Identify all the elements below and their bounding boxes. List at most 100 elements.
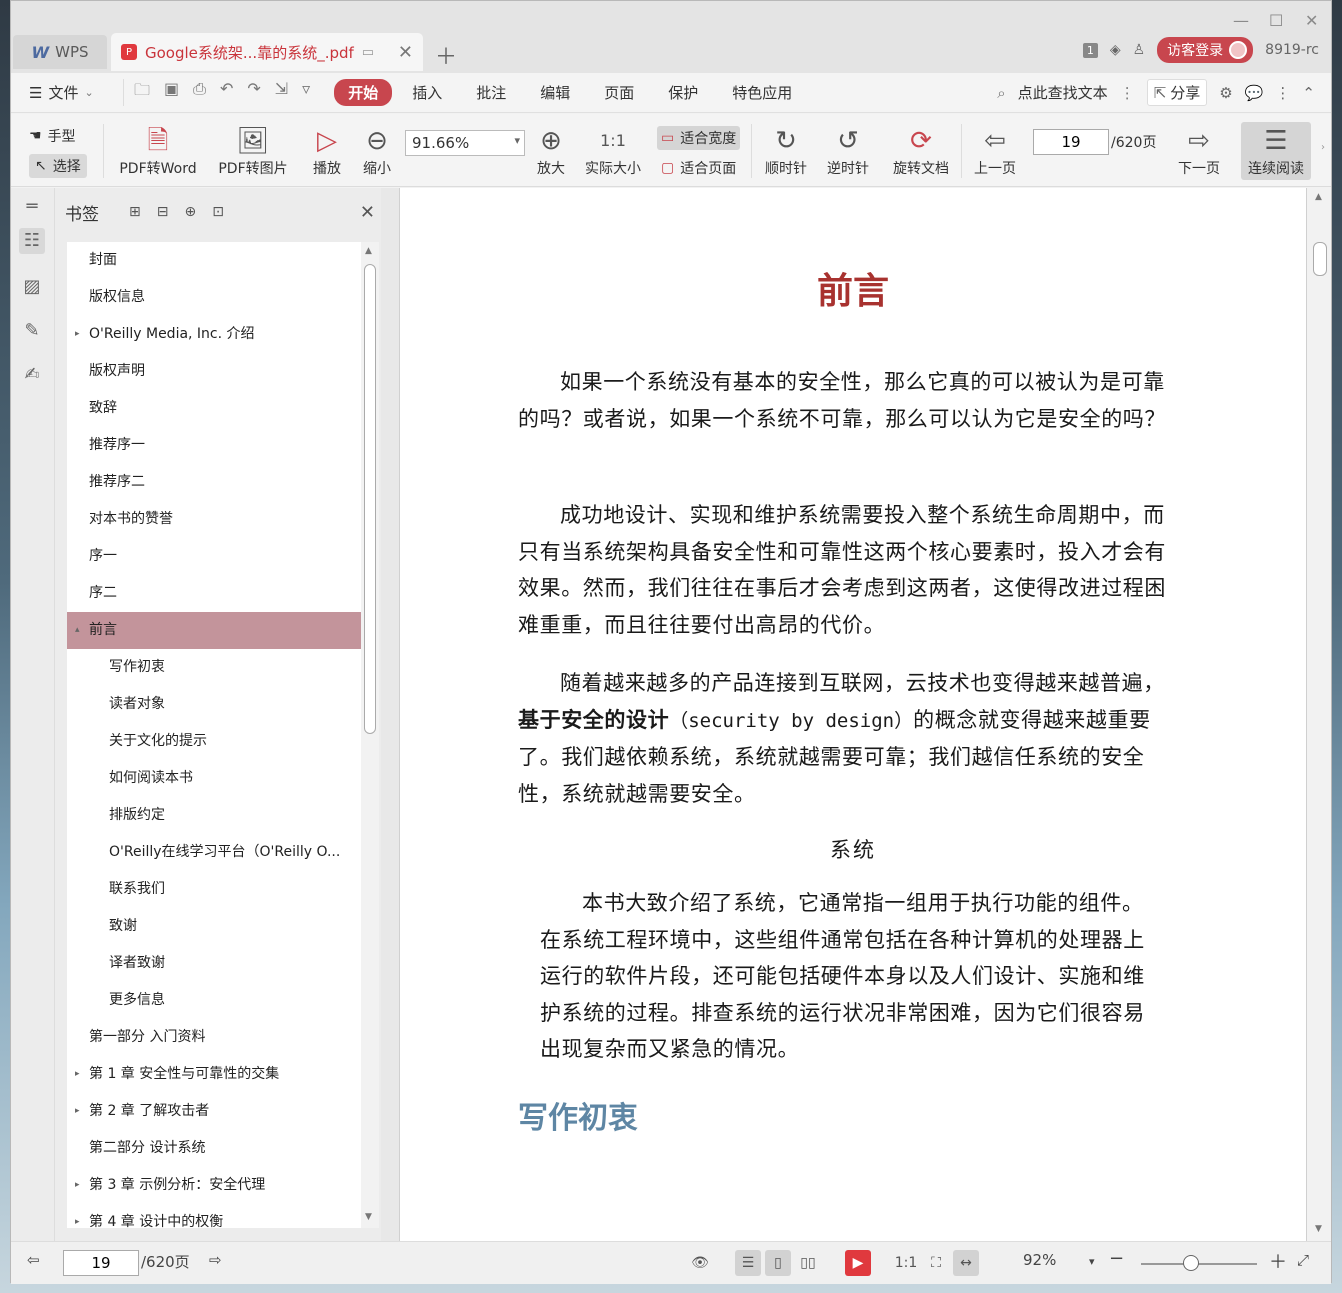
bookmark-item[interactable]: 译者致谢 <box>67 945 361 982</box>
redo-icon[interactable]: ↷ <box>247 79 260 106</box>
bookmark-item[interactable]: 第一部分 入门资料 <box>67 1019 361 1056</box>
pdf-to-word-button[interactable]: 🗎 PDF转Word <box>115 124 201 178</box>
rotate-clockwise-button[interactable]: ↻ 顺时针 <box>763 124 809 178</box>
print-icon[interactable]: ⎙ <box>193 79 206 106</box>
actual-size-button[interactable]: 1:1 实际大小 <box>581 124 645 178</box>
undo-icon[interactable]: ↶ <box>220 79 233 106</box>
bookmark-item[interactable]: 如何阅读本书 <box>67 760 361 797</box>
play-button[interactable]: ▷ 播放 <box>307 124 347 178</box>
tab-edit[interactable]: 编辑 <box>526 79 584 106</box>
caret-collapsed-icon[interactable]: ▸ <box>75 1056 80 1093</box>
bookmark-item[interactable]: ▸ O'Reilly Media, Inc. 介绍 <box>67 316 361 353</box>
continuous-read-button[interactable]: ☰ 连续阅读 <box>1241 122 1311 180</box>
bookmark-item[interactable]: ▸ 第 4 章 设计中的权衡 <box>67 1204 361 1228</box>
login-button[interactable]: 访客登录 <box>1157 37 1254 63</box>
file-menu[interactable]: ☰ 文件 ⌄ <box>11 82 123 103</box>
search-text-button[interactable]: 点此查找文本 <box>1018 82 1108 103</box>
page-number-input[interactable]: 19 <box>1033 129 1109 155</box>
zoom-in-button[interactable]: ⊕ 放大 <box>533 124 569 178</box>
share-button[interactable]: ⇱ 分享 <box>1146 79 1208 106</box>
signature-icon[interactable]: ✍ <box>19 362 45 388</box>
fit-width-status-icon[interactable]: ↔ <box>953 1250 979 1276</box>
bookmark-item[interactable]: ▸ 第 2 章 了解攻击者 <box>67 1093 361 1130</box>
tab-wps-home[interactable]: W WPS <box>13 35 107 69</box>
document-scroll-thumb[interactable] <box>1313 242 1327 276</box>
zoom-select[interactable]: 91.66% <box>405 130 525 156</box>
zoom-in-status-icon[interactable]: ＋ <box>1269 1248 1287 1274</box>
next-page-button[interactable]: ⇨ 下一页 <box>1175 124 1223 178</box>
zoom-slider-knob[interactable] <box>1182 1255 1199 1271</box>
bookmark-item[interactable]: 读者对象 <box>67 686 361 723</box>
single-page-icon[interactable]: ▯ <box>765 1250 791 1276</box>
bookmark-item[interactable]: ▸ 第 3 章 示例分析：安全代理 <box>67 1167 361 1204</box>
more-options-icon[interactable]: ⋮ <box>1275 84 1290 102</box>
drag-handle-icon[interactable]: ═ <box>19 194 45 220</box>
bookmark-item[interactable]: 联系我们 <box>67 871 361 908</box>
bookmark-item[interactable]: 致辞 <box>67 390 361 427</box>
bookmark-item[interactable]: O'Reilly在线学习平台（O'Reilly O... <box>67 834 361 871</box>
prev-page-button[interactable]: ⇦ 上一页 <box>971 124 1019 178</box>
status-page-input[interactable]: 19 <box>63 1250 139 1276</box>
expand-all-icon[interactable]: ⊞ <box>129 204 141 220</box>
tab-document[interactable]: P Google系统架...靠的系统_.pdf ▭ ✕ <box>111 33 423 71</box>
fit-page-button[interactable]: ▢ 适合页面 <box>661 158 736 178</box>
zoom-slider[interactable] <box>1141 1255 1257 1271</box>
rotate-document-button[interactable]: ⟳ 旋转文档 <box>889 124 953 178</box>
close-panel-icon[interactable]: ✕ <box>360 202 379 223</box>
scroll-up-icon[interactable]: ▲ <box>365 246 372 256</box>
tab-insert[interactable]: 插入 <box>398 79 456 106</box>
caret-collapsed-icon[interactable]: ▸ <box>75 316 80 353</box>
collapse-all-icon[interactable]: ⊟ <box>157 204 169 220</box>
tab-special[interactable]: 特色应用 <box>718 79 806 106</box>
window-count-badge[interactable]: 1 <box>1082 42 1098 58</box>
bookmark-item[interactable]: 序一 <box>67 538 361 575</box>
zoom-dropdown-icon[interactable]: ▾ <box>1089 1255 1095 1268</box>
tab-protect[interactable]: 保护 <box>654 79 712 106</box>
scroll-down-icon[interactable]: ▼ <box>365 1212 372 1222</box>
bookmark-item[interactable]: 序二 <box>67 575 361 612</box>
caret-expanded-icon[interactable]: ▴ <box>75 612 80 649</box>
add-bookmark-icon[interactable]: ⊕ <box>184 204 196 220</box>
bookmark-item[interactable]: 排版约定 <box>67 797 361 834</box>
skin-icon[interactable]: ◈ <box>1110 42 1121 58</box>
bookmark-item[interactable]: 致谢 <box>67 908 361 945</box>
bookmark-scroll-thumb[interactable] <box>364 264 376 734</box>
bookmark-item[interactable]: 推荐序一 <box>67 427 361 464</box>
search-icon[interactable]: ⌕ <box>997 84 1005 102</box>
thumbnail-icon[interactable]: ▨ <box>19 274 45 300</box>
shirt-icon[interactable]: ♙ <box>1133 42 1146 58</box>
zoom-out-status-icon[interactable]: − <box>1109 1248 1124 1269</box>
tab-start[interactable]: 开始 <box>334 79 393 106</box>
bookmark-item[interactable]: 关于文化的提示 <box>67 723 361 760</box>
play-slideshow-icon[interactable]: ▶ <box>845 1250 871 1276</box>
bookmark-item[interactable]: 第二部分 设计系统 <box>67 1130 361 1167</box>
bookmark-item[interactable]: 版权信息 <box>67 279 361 316</box>
tab-page[interactable]: 页面 <box>590 79 648 106</box>
rotate-counterclockwise-button[interactable]: ↺ 逆时针 <box>825 124 871 178</box>
maximize-icon[interactable]: ☐ <box>1269 11 1283 30</box>
close-tab-icon[interactable]: ✕ <box>398 42 413 63</box>
status-next-icon[interactable]: ⇨ <box>209 1251 222 1269</box>
fit-page-status-icon[interactable]: ⛶ <box>923 1250 949 1276</box>
hand-tool-button[interactable]: ☚ 手型 <box>29 126 76 146</box>
close-window-icon[interactable]: ✕ <box>1305 11 1318 30</box>
collapse-ribbon-icon[interactable]: ⌃ <box>1302 84 1315 102</box>
document-scrollbar[interactable]: ▲ ▼ <box>1307 188 1331 1241</box>
caret-collapsed-icon[interactable]: ▸ <box>75 1204 80 1228</box>
zoom-out-button[interactable]: ⊖ 缩小 <box>359 124 395 178</box>
new-tab-icon[interactable]: ＋ <box>435 39 457 71</box>
caret-collapsed-icon[interactable]: ▸ <box>75 1093 80 1130</box>
export-icon[interactable]: ⇲ <box>275 79 288 106</box>
bookmark-list-icon[interactable]: ☷ <box>19 228 45 254</box>
bookmark-scrollbar[interactable]: ▲ ▼ <box>361 242 379 1228</box>
annotation-icon[interactable]: ✎ <box>19 318 45 344</box>
bookmark-item[interactable]: 对本书的赞誉 <box>67 501 361 538</box>
bookmark-item[interactable]: 更多信息 <box>67 982 361 1019</box>
actual-size-status-icon[interactable]: 1:1 <box>893 1250 919 1276</box>
open-folder-icon[interactable]: 🗀 <box>134 79 150 106</box>
settings-gear-icon[interactable]: ⚙ <box>1219 84 1232 102</box>
select-tool-button[interactable]: ↖ 选择 <box>29 154 87 178</box>
doc-scroll-down-icon[interactable]: ▼ <box>1315 1224 1322 1234</box>
bookmark-item[interactable]: ▸ 第 1 章 安全性与可靠性的交集 <box>67 1056 361 1093</box>
more-dropdown-icon[interactable]: ▿ <box>302 79 310 106</box>
